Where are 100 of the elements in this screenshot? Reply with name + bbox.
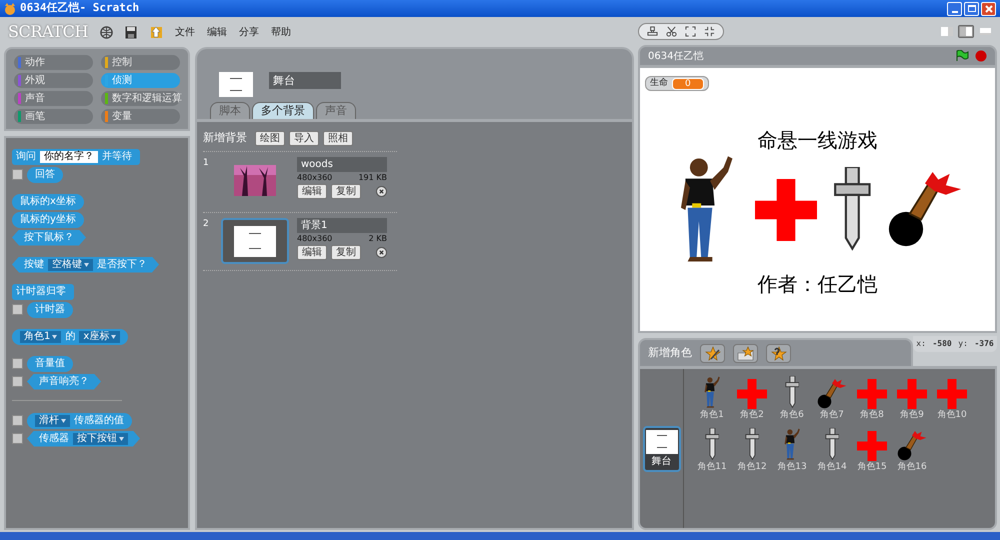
add-background-button[interactable]: 导入: [289, 130, 319, 146]
stage-thumbnail: [219, 72, 253, 97]
block-dropdown[interactable]: 按下按钮: [73, 432, 128, 444]
category-button[interactable]: 数字和逻辑运算: [101, 91, 180, 106]
mouse-x-label: x:: [916, 338, 926, 350]
maximize-button[interactable]: [964, 2, 979, 16]
costume-file-size: 2 KB: [368, 233, 387, 245]
costume-action-button[interactable]: 编辑: [297, 184, 327, 199]
paint-sprite-button[interactable]: [700, 344, 725, 362]
close-icon: [379, 250, 384, 255]
sprite-tile[interactable]: 角色8: [852, 375, 892, 423]
checkbox[interactable]: [12, 358, 23, 369]
costume-action-button[interactable]: 复制: [331, 184, 361, 199]
text-input[interactable]: 你的名字？: [40, 150, 98, 162]
costume-name-field[interactable]: woods: [297, 157, 387, 172]
sprite-tile[interactable]: 角色15: [852, 427, 892, 475]
sword-icon: [784, 376, 800, 409]
minimize-button[interactable]: [947, 2, 962, 16]
delete-button[interactable]: [376, 247, 387, 258]
category-button[interactable]: 画笔: [14, 109, 93, 124]
sprite-tile[interactable]: 角色6: [772, 375, 812, 423]
stage-size-button[interactable]: [958, 24, 974, 38]
block-dropdown[interactable]: 角色1: [20, 330, 62, 342]
sprite-tile[interactable]: 角色10: [932, 375, 972, 423]
stamp-icon[interactable]: [647, 26, 658, 36]
grow-icon[interactable]: [685, 26, 696, 36]
stage-tile[interactable]: 舞台: [642, 426, 680, 472]
menu-item[interactable]: 文件: [175, 24, 195, 40]
editor-tab[interactable]: 脚本: [210, 102, 250, 119]
caret-icon: [111, 334, 116, 338]
reporter-block[interactable]: 角色1 的 x座标: [12, 328, 128, 344]
cross-icon: [937, 379, 967, 409]
sprite-tile[interactable]: 角色2: [732, 375, 772, 423]
sprite-tile[interactable]: 角色11: [692, 427, 732, 475]
category-button[interactable]: 声音: [14, 91, 93, 106]
reporter-block[interactable]: 计时器: [27, 302, 73, 318]
menu-item[interactable]: 帮助: [271, 24, 291, 40]
block-dropdown[interactable]: 空格键: [48, 258, 93, 270]
add-background-button[interactable]: 照相: [323, 130, 353, 146]
caret-icon: [84, 262, 89, 266]
editor-tab[interactable]: 声音: [316, 102, 356, 119]
category-button[interactable]: 控制: [101, 55, 180, 70]
reporter-block[interactable]: 滑杆 传感器的值: [27, 412, 132, 428]
reporter-block[interactable]: 音量值: [27, 356, 73, 372]
star-brush-icon: [704, 346, 720, 360]
category-button[interactable]: 变量: [101, 109, 180, 124]
add-background-button[interactable]: 绘图: [255, 130, 285, 146]
scissors-icon[interactable]: [666, 26, 677, 36]
stack-block[interactable]: 询问 你的名字？ 并等待: [12, 148, 140, 164]
sprite-tile[interactable]: 角色12: [732, 427, 772, 475]
checkbox[interactable]: [12, 415, 23, 426]
costume-number: 2: [203, 218, 210, 231]
checkbox[interactable]: [12, 169, 23, 180]
caret-icon: [52, 334, 58, 338]
block-label: 鼠标的y坐标: [20, 212, 76, 227]
boolean-block[interactable]: 声音响亮？: [27, 374, 101, 390]
block-label: 按键: [24, 258, 44, 272]
boolean-block[interactable]: 传感器 按下按钮: [27, 430, 140, 446]
sprite-tile[interactable]: 角色9: [892, 375, 932, 423]
category-button[interactable]: 外观: [14, 73, 93, 88]
block-dropdown[interactable]: 滑杆: [35, 414, 70, 426]
editor-tab[interactable]: 多个背景: [252, 102, 314, 119]
surprise-sprite-button[interactable]: [766, 344, 791, 362]
costume-name-field[interactable]: 背景1: [297, 218, 387, 233]
sprite-tile[interactable]: 角色1: [692, 375, 732, 423]
globe-icon[interactable]: [100, 26, 113, 38]
sprite-tile[interactable]: 角色13: [772, 427, 812, 475]
choose-sprite-button[interactable]: [733, 344, 758, 362]
sprite-name-field[interactable]: 舞台: [269, 72, 341, 89]
stack-block[interactable]: 计时器归零: [12, 284, 74, 300]
block-dropdown[interactable]: x座标: [79, 330, 120, 342]
menu-item[interactable]: 分享: [239, 24, 259, 40]
sprite-tile[interactable]: 角色7: [812, 375, 852, 423]
reporter-block[interactable]: 回答: [27, 166, 63, 182]
reporter-block[interactable]: 鼠标的x坐标: [12, 194, 84, 210]
share-icon[interactable]: [149, 25, 163, 39]
costume-tile[interactable]: [221, 218, 289, 264]
block-label: 按下鼠标？: [24, 230, 74, 245]
category-button[interactable]: 侦测: [101, 73, 180, 88]
sprite-tile[interactable]: 角色14: [812, 427, 852, 475]
checkbox[interactable]: [12, 376, 23, 387]
flag-icon[interactable]: [955, 50, 969, 62]
shrink-icon[interactable]: [704, 26, 715, 36]
save-icon[interactable]: [125, 26, 137, 38]
boolean-block[interactable]: 按下鼠标？: [12, 230, 86, 246]
block-label: 并等待: [102, 150, 132, 164]
sprite-tile[interactable]: 角色16: [892, 427, 932, 475]
mouse-x-value: -580: [932, 338, 952, 350]
costume-action-button[interactable]: 复制: [331, 245, 361, 260]
menu-item[interactable]: 编辑: [207, 24, 227, 40]
costume-action-button[interactable]: 编辑: [297, 245, 327, 260]
checkbox[interactable]: [12, 304, 23, 315]
category-button[interactable]: 动作: [14, 55, 93, 70]
reporter-block[interactable]: 鼠标的y坐标: [12, 212, 84, 228]
checkbox[interactable]: [12, 433, 23, 444]
delete-button[interactable]: [376, 186, 387, 197]
question-star-icon: [770, 346, 786, 360]
close-button[interactable]: [981, 2, 996, 16]
boolean-block[interactable]: 按键 空格键 是否按下？: [12, 256, 159, 272]
sword-icon: [824, 428, 840, 461]
